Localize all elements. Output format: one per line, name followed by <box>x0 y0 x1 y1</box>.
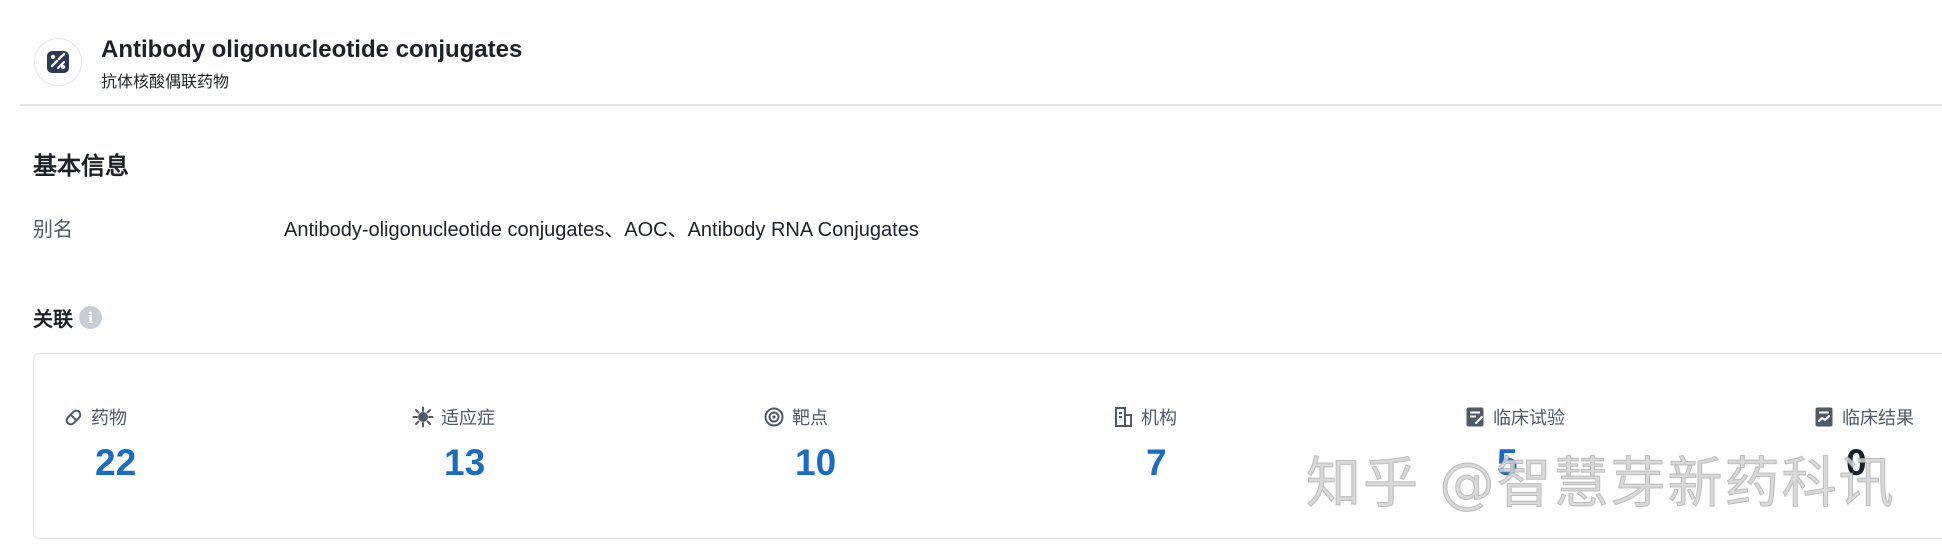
entity-header: Antibody oligonucleotide conjugates 抗体核酸… <box>20 0 1942 106</box>
basic-info-heading: 基本信息 <box>33 153 129 180</box>
stat-label: 临床试验 <box>1493 408 1565 428</box>
clinical-trial-icon <box>1465 406 1486 428</box>
clinical-result-icon <box>1814 406 1835 428</box>
page-title: Antibody oligonucleotide conjugates <box>101 36 523 63</box>
conjugate-icon <box>34 38 82 86</box>
pill-icon <box>63 407 84 428</box>
page-subtitle: 抗体核酸偶联药物 <box>101 74 230 91</box>
alias-value: Antibody-oligonucleotide conjugates、AOC、… <box>284 219 919 241</box>
stat-targets[interactable]: 靶点 10 <box>763 404 836 484</box>
alias-label: 别名 <box>33 219 73 241</box>
stat-value[interactable]: 22 <box>95 442 136 484</box>
stat-label: 靶点 <box>792 408 828 428</box>
stat-drugs[interactable]: 药物 22 <box>63 404 136 484</box>
stat-label: 机构 <box>1141 408 1177 428</box>
stat-value[interactable]: 10 <box>795 442 836 484</box>
stat-value[interactable]: 7 <box>1146 442 1177 484</box>
virus-icon <box>412 406 434 428</box>
related-heading: 关联 i <box>33 303 102 332</box>
page: Antibody oligonucleotide conjugates 抗体核酸… <box>0 0 1942 550</box>
stat-indications[interactable]: 适应症 13 <box>412 404 495 484</box>
stat-label: 适应症 <box>441 408 495 428</box>
stat-organizations[interactable]: 机构 7 <box>1114 404 1177 484</box>
building-icon <box>1114 406 1134 428</box>
target-icon <box>763 406 785 428</box>
watermark: 知乎 @智慧芽新药科讯 <box>1305 451 1896 516</box>
stat-label: 临床结果 <box>1842 408 1914 428</box>
info-icon[interactable]: i <box>79 306 102 329</box>
stat-value[interactable]: 13 <box>444 442 495 484</box>
stat-label: 药物 <box>91 408 127 428</box>
related-heading-label: 关联 <box>33 309 73 331</box>
